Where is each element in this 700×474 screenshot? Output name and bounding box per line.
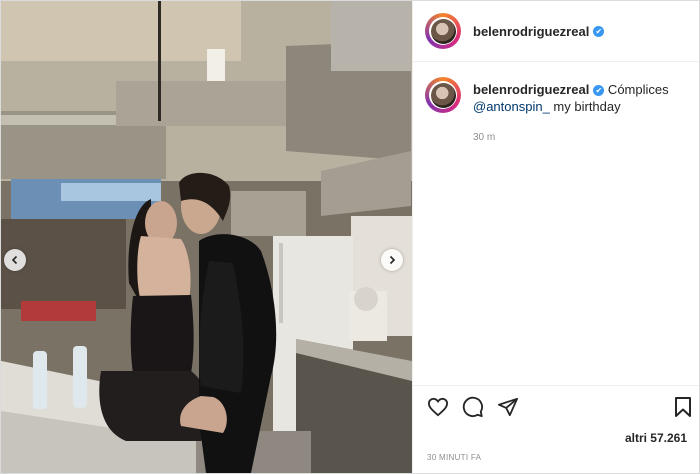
post-photo[interactable]	[1, 1, 412, 473]
caption-body: Cómplices	[604, 82, 669, 97]
like-button[interactable]	[427, 397, 449, 417]
comment-time: 30 m	[473, 132, 496, 143]
carousel-prev-button[interactable]	[4, 249, 26, 271]
kitchen-kiss-photo	[1, 1, 412, 473]
verified-badge-icon: ✔	[593, 85, 605, 96]
comment-button[interactable]	[462, 396, 484, 418]
post-sidebar: belenrodriguezreal ✔ belenrodriguezreal ✔…	[412, 1, 699, 473]
caption: belenrodriguezreal ✔ Cómplices @antonspin…	[425, 77, 687, 146]
mention-link[interactable]: @antonspin_	[473, 99, 550, 114]
caption-username[interactable]: belenrodriguezreal	[473, 82, 589, 97]
bookmark-icon	[675, 397, 691, 417]
carousel-next-button[interactable]	[381, 249, 403, 271]
post-time-ago: 30 MINUTI FA	[427, 453, 482, 462]
header-username[interactable]: belenrodriguezreal	[473, 24, 589, 39]
caption-tail: my birthday	[549, 99, 621, 114]
verified-badge-icon: ✔	[593, 25, 605, 37]
likes-count[interactable]: altri 57.261	[625, 431, 687, 445]
comment-icon	[462, 396, 483, 418]
action-bar	[413, 385, 699, 428]
post-header: belenrodriguezreal ✔	[413, 1, 699, 62]
caption-avatar[interactable]	[425, 77, 461, 113]
save-button[interactable]	[673, 396, 693, 423]
instagram-post: belenrodriguezreal ✔ belenrodriguezreal ✔…	[0, 0, 700, 474]
chevron-right-icon	[389, 255, 396, 265]
chevron-left-icon	[11, 255, 18, 265]
heart-icon	[427, 397, 449, 417]
share-button[interactable]	[497, 397, 519, 417]
paper-plane-icon	[497, 397, 518, 417]
avatar[interactable]	[425, 13, 461, 49]
caption-text: belenrodriguezreal ✔ Cómplices @antonspin…	[473, 77, 687, 146]
